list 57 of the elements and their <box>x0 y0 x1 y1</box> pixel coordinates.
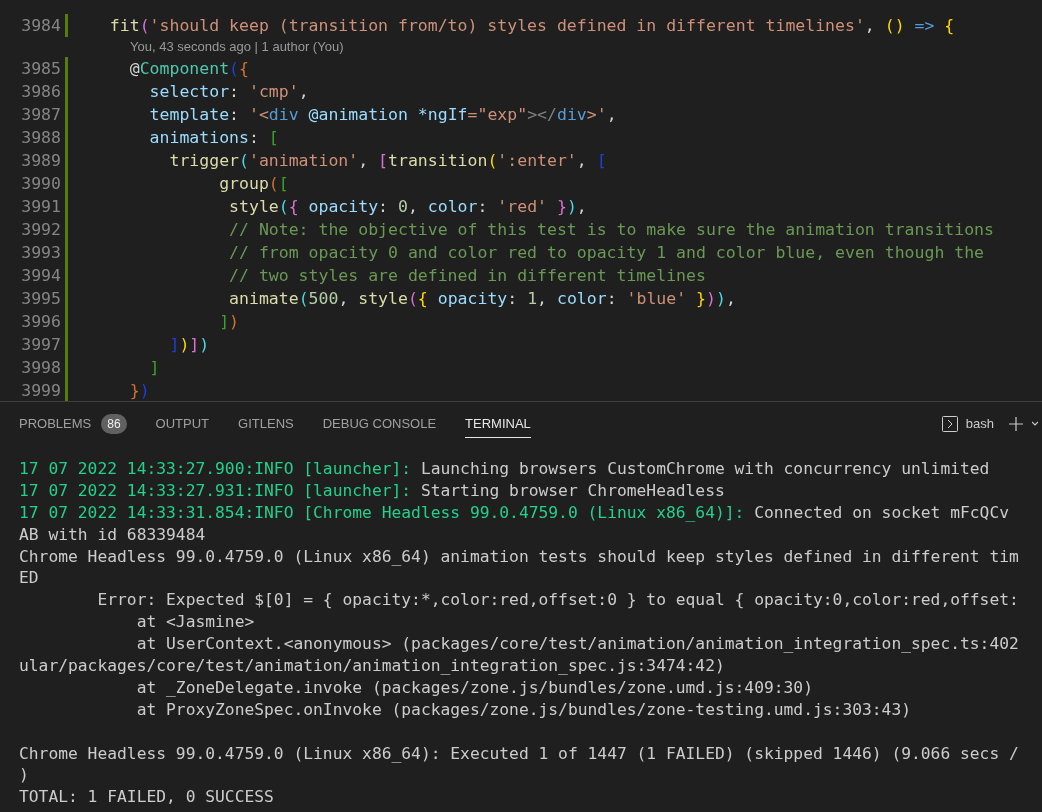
code-line: group([ <box>218 173 289 195</box>
code-line: ])]) <box>168 334 210 356</box>
code-line: ]) <box>218 311 239 333</box>
line-number: 3995 <box>20 288 61 310</box>
code-line: style({ opacity: 0, color: 'red' }), <box>228 196 587 218</box>
code-line: animate(500, style({ opacity: 1, color: 'blue' })), <box>228 288 736 310</box>
code-line: }) <box>128 380 150 401</box>
panel-tab[interactable]: TERMINAL <box>465 410 531 438</box>
terminal-line: Chrome Headless 99.0.4759.0 (Linux x86_64): Executed 1 of 1447 (1 FAILED) (skipped 1446) (9.066 secs / <box>19 742 1020 765</box>
line-number: 3993 <box>20 242 61 264</box>
code-line: // Note: the objective of this test is to make sure the animation transitions <box>228 219 994 241</box>
shell-name[interactable]: bash <box>965 414 994 434</box>
line-number: 3994 <box>20 265 61 287</box>
terminal-line: AB with id 68339484 <box>19 523 207 546</box>
line-number: 3998 <box>20 357 61 379</box>
terminal-line: 17 07 2022 14:33:27.931:INFO [launcher]: Starting browser ChromeHeadless <box>19 479 726 502</box>
line-number: 3990 <box>20 173 61 195</box>
terminal-line: ular/packages/core/test/animation/animation_integration_spec.js:3474:42) <box>19 655 726 677</box>
code-line: // two styles are defined in different timelines <box>228 265 706 287</box>
terminal-line: 17 07 2022 14:33:31.854:INFO [Chrome Headless 99.0.4759.0 (Linux x86_64)]: Connected on socket mFcQCv <box>19 501 1011 524</box>
terminal-line: at ProxyZoneSpec.onInvoke (packages/zone.js/bundles/zone-testing.umd.js:303:43) <box>135 698 912 721</box>
panel-tab[interactable]: DEBUG CONSOLE <box>322 410 437 438</box>
panel-tab[interactable]: GITLENS <box>238 410 294 438</box>
line-number: 3985 <box>20 58 61 80</box>
line-number: 3996 <box>20 311 61 333</box>
terminal-line: Error: Expected $[0] = { opacity:*,color:red,offset:0 } to equal { opacity:0,color:red,offset: <box>96 589 1020 612</box>
code-line: selector: 'cmp', <box>148 81 309 103</box>
terminal-line: at _ZoneDelegate.invoke (packages/zone.js/bundles/zone.umd.js:409:30) <box>135 676 814 699</box>
line-number: 3991 <box>20 196 61 218</box>
code-line: trigger('animation', [transition(':enter', [ <box>168 150 607 172</box>
codelens-text[interactable]: You, 43 seconds ago | 1 author (You) <box>130 37 344 57</box>
line-number: 3999 <box>20 380 61 401</box>
terminal-line: 17 07 2022 14:33:27.900:INFO [launcher]: Launching browsers CustomChrome with concurrency unlimited <box>19 458 991 480</box>
line-number: 3989 <box>20 150 61 172</box>
line-number: 3988 <box>20 127 61 149</box>
code-line: template: '<div @animation *ngIf="exp"></div>', <box>148 104 617 126</box>
line-number: 3997 <box>20 334 61 356</box>
line-number: 3984 <box>20 15 61 37</box>
code-line: @Component({ <box>128 58 249 80</box>
terminal-line: at <Jasmine> <box>135 611 256 634</box>
count-badge: 86 <box>101 414 127 434</box>
terminal-line: TOTAL: 1 FAILED, 0 SUCCESS <box>19 786 275 809</box>
terminal-icon[interactable] <box>941 416 958 432</box>
terminal-line: ED <box>19 567 40 590</box>
code-line: // from opacity 0 and color red to opacity 1 and color blue, even though the <box>228 242 985 264</box>
terminal-line: at UserContext.<anonymous> (packages/core/test/animation/animation_integration_spec.ts:402 <box>135 633 1020 655</box>
code-line: fit('should keep (transition from/to) styles defined in different timelines', () => { <box>108 15 955 37</box>
line-number: 3992 <box>20 219 61 241</box>
terminal-line: ) <box>19 764 30 787</box>
line-number: 3986 <box>20 81 61 103</box>
plus-icon[interactable] <box>1008 416 1024 432</box>
panel-tab[interactable]: OUTPUT <box>155 410 210 438</box>
terminal-line: Chrome Headless 99.0.4759.0 (Linux x86_64) animation tests should keep styles defined in different tim <box>19 545 1020 568</box>
code-line: animations: [ <box>148 127 279 149</box>
panel-tab[interactable]: PROBLEMS <box>19 410 92 438</box>
line-number: 3987 <box>20 104 61 126</box>
code-line: ] <box>148 357 160 379</box>
